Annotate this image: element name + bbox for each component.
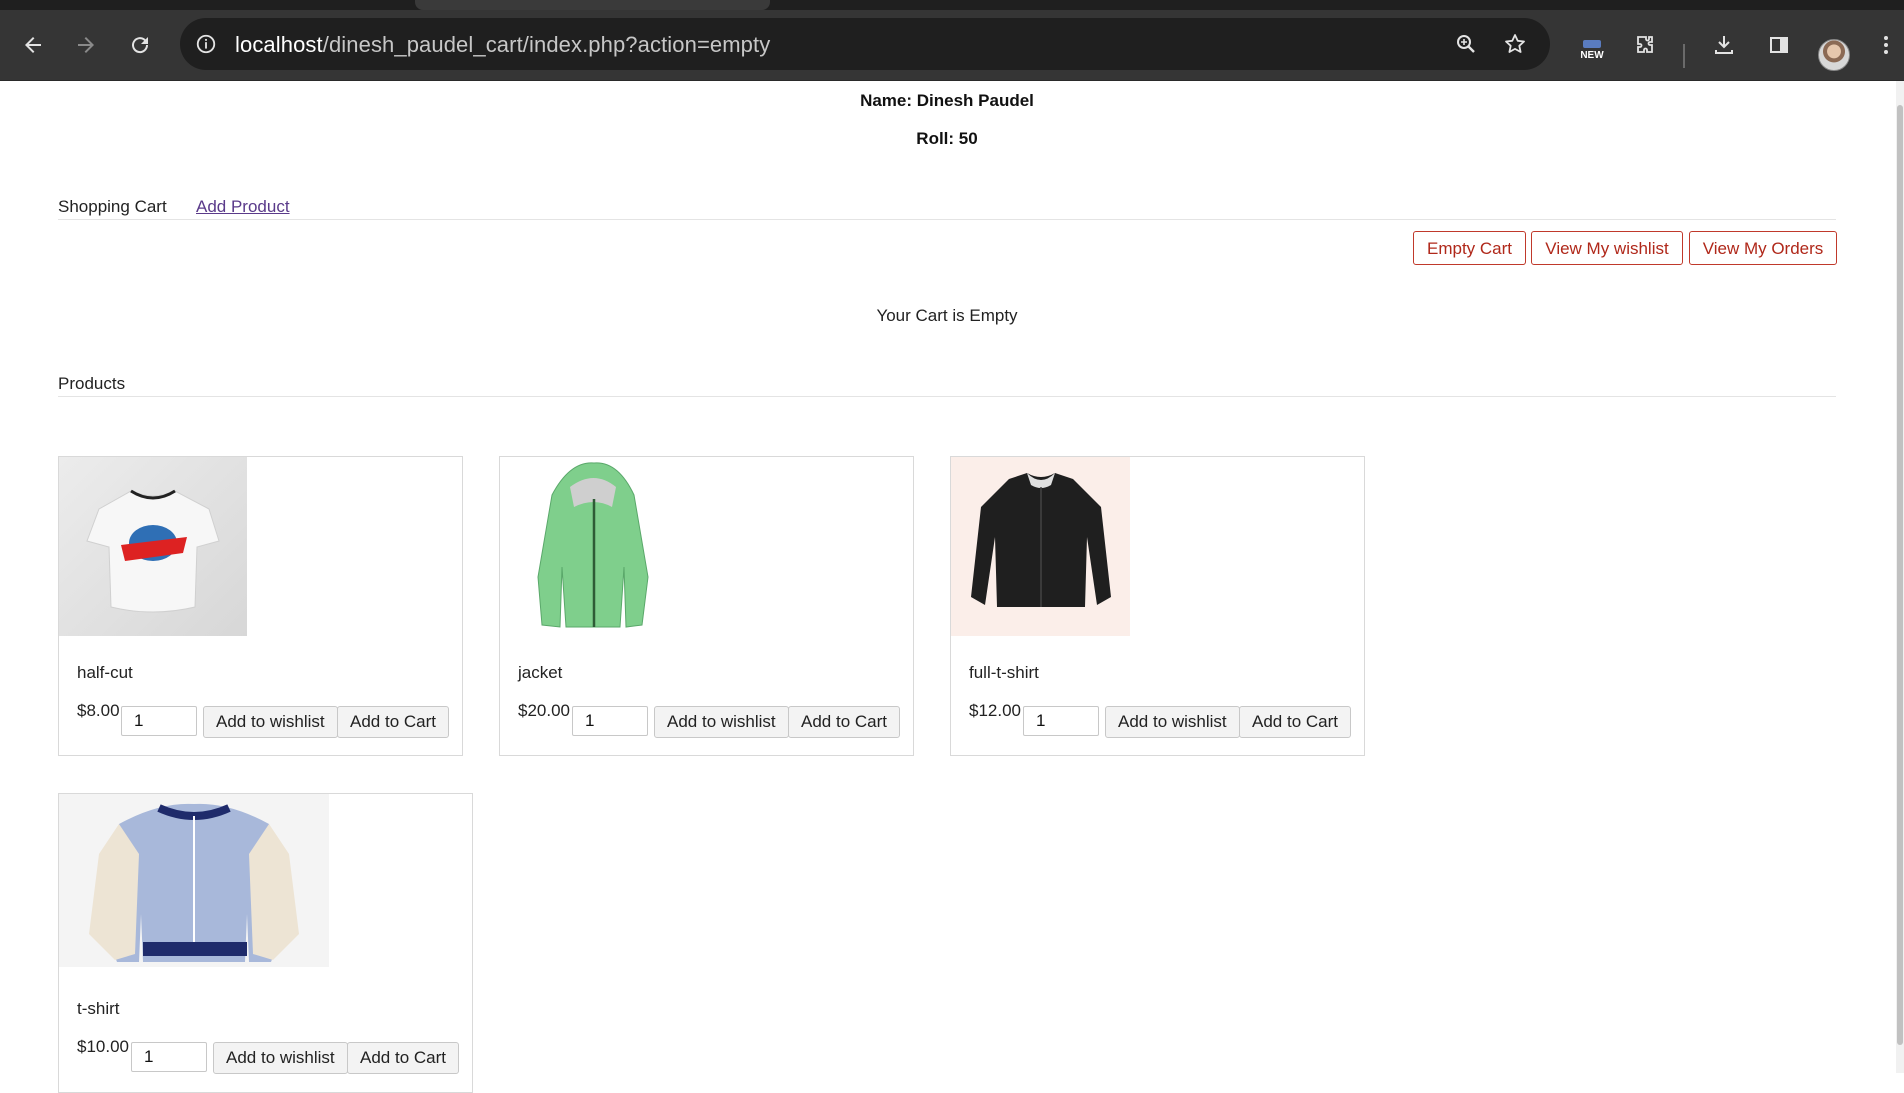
products-heading: Products	[58, 374, 1836, 397]
address-bar[interactable]: localhost/dinesh_paudel_cart/index.php?a…	[180, 18, 1550, 70]
product-card: t-shirt $10.00 Add to wishlist Add to Ca…	[58, 793, 473, 1093]
tab-strip	[0, 0, 1904, 10]
add-to-wishlist-button[interactable]: Add to wishlist	[654, 706, 789, 738]
student-name: Name: Dinesh Paudel	[860, 91, 1034, 110]
product-image	[500, 457, 670, 636]
browser-toolbar: localhost/dinesh_paudel_cart/index.php?a…	[0, 10, 1904, 81]
url-text: localhost/dinesh_paudel_cart/index.php?a…	[235, 32, 770, 58]
site-info-icon[interactable]	[192, 30, 220, 58]
product-name: full-t-shirt	[969, 663, 1039, 682]
side-panel-icon[interactable]	[1761, 27, 1797, 63]
page-scrollbar[interactable]	[1896, 81, 1904, 1073]
view-orders-button[interactable]: View My Orders	[1689, 231, 1837, 265]
add-product-link[interactable]: Add Product	[196, 197, 290, 217]
url-path: /dinesh_paudel_cart/index.php?action=emp…	[322, 32, 771, 57]
cart-empty-message: Your Cart is Empty	[876, 306, 1018, 325]
url-host: localhost	[235, 32, 323, 57]
quantity-input[interactable]	[1023, 706, 1099, 736]
profile-avatar[interactable]	[1818, 39, 1850, 71]
add-to-cart-button[interactable]: Add to Cart	[347, 1042, 459, 1074]
add-to-wishlist-button[interactable]: Add to wishlist	[1105, 706, 1240, 738]
quantity-input[interactable]	[572, 706, 648, 736]
add-to-wishlist-button[interactable]: Add to wishlist	[213, 1042, 348, 1074]
cart-heading-row: Shopping Cart Add Product	[58, 197, 1836, 220]
add-to-cart-button[interactable]: Add to Cart	[788, 706, 900, 738]
scrollbar-thumb[interactable]	[1897, 105, 1903, 1045]
menu-kebab-icon[interactable]	[1868, 27, 1904, 63]
bookmark-star-icon[interactable]	[1501, 30, 1529, 58]
quantity-input[interactable]	[121, 706, 197, 736]
download-icon[interactable]	[1706, 27, 1742, 63]
new-badge-text: NEW	[1580, 50, 1604, 61]
toolbar-separator	[1683, 44, 1685, 68]
product-image	[951, 457, 1130, 636]
add-to-wishlist-button[interactable]: Add to wishlist	[203, 706, 338, 738]
product-name: t-shirt	[77, 999, 120, 1018]
page-content: Name: Dinesh Paudel Roll: 50 Shopping Ca…	[0, 81, 1904, 1093]
product-price: $8.00	[77, 701, 120, 720]
product-name: half-cut	[77, 663, 133, 682]
reload-icon[interactable]	[122, 27, 158, 63]
add-to-cart-button[interactable]: Add to Cart	[1239, 706, 1351, 738]
product-card: jacket $20.00 Add to wishlist Add to Car…	[499, 456, 914, 756]
product-price: $20.00	[518, 701, 570, 720]
product-card: full-t-shirt $12.00 Add to wishlist Add …	[950, 456, 1365, 756]
extensions-puzzle-icon[interactable]	[1627, 27, 1663, 63]
product-name: jacket	[518, 663, 563, 682]
product-price: $12.00	[969, 701, 1021, 720]
new-extension-icon[interactable]: NEW	[1578, 40, 1606, 66]
back-icon[interactable]	[15, 27, 51, 63]
cart-title: Shopping Cart	[58, 197, 167, 216]
add-to-cart-button[interactable]: Add to Cart	[337, 706, 449, 738]
student-roll: Roll: 50	[916, 129, 978, 148]
forward-icon[interactable]	[68, 27, 104, 63]
product-image	[59, 794, 329, 967]
product-card: half-cut $8.00 Add to wishlist Add to Ca…	[58, 456, 463, 756]
quantity-input[interactable]	[131, 1042, 207, 1072]
empty-cart-button[interactable]: Empty Cart	[1413, 231, 1526, 265]
active-tab[interactable]	[415, 0, 770, 10]
product-price: $10.00	[77, 1037, 129, 1056]
zoom-icon[interactable]	[1452, 30, 1480, 58]
product-image	[59, 457, 247, 636]
view-wishlist-button[interactable]: View My wishlist	[1531, 231, 1683, 265]
